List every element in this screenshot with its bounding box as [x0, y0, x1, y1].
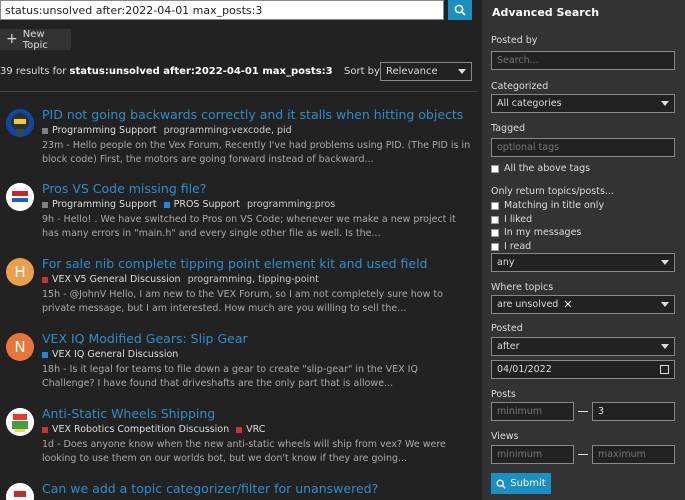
- result-blurb: 9h - Hello! . We have switched to Pros o…: [42, 214, 456, 239]
- only-return-label: Only return topics/posts...: [491, 186, 614, 197]
- result-meta: VEX V5 General Discussion programming, t…: [42, 274, 319, 285]
- tags-input[interactable]: optional tags: [491, 138, 675, 157]
- posted-select[interactable]: after: [491, 337, 675, 356]
- checkbox[interactable]: [491, 201, 499, 210]
- result-meta: Programming Support programming:vexcode,…: [42, 125, 292, 136]
- result-title-link[interactable]: For sale nib complete tipping point elem…: [42, 256, 427, 271]
- submit-button[interactable]: Submit: [491, 473, 551, 494]
- liked-checkbox-row[interactable]: I liked: [491, 214, 532, 225]
- result-tags[interactable]: programming:pros: [247, 199, 335, 210]
- result-title-link[interactable]: Can we add a topic categorizer/filter fo…: [42, 481, 378, 496]
- range-dash: [578, 411, 588, 412]
- views-max-input[interactable]: maximum: [592, 445, 675, 464]
- checkbox[interactable]: [491, 215, 499, 224]
- all-tags-checkbox[interactable]: [491, 164, 499, 173]
- posts-label: Posts: [491, 389, 516, 400]
- subcategory-badge[interactable]: VRC: [236, 424, 265, 435]
- all-tags-checkbox-row[interactable]: All the above tags: [491, 163, 590, 174]
- posted-by-input[interactable]: Search...: [491, 51, 675, 70]
- where-topics-select[interactable]: are unsolved ✕: [491, 295, 675, 314]
- search-icon: [454, 4, 466, 16]
- result-tags[interactable]: programming:vexcode, pid: [164, 125, 292, 136]
- result-blurb: 1d - Does anyone know when the new anti-…: [42, 439, 446, 464]
- robot-avatar-icon: [6, 109, 34, 137]
- new-topic-button[interactable]: + New Topic: [0, 28, 71, 51]
- result-blurb: 18h - Is it legal for teams to file down…: [42, 364, 418, 389]
- category-select[interactable]: All categories: [491, 94, 675, 113]
- result-meta: Programming Support PROS Support program…: [42, 199, 335, 210]
- sort-label: Sort by: [344, 66, 380, 77]
- status-chip[interactable]: are unsolved ✕: [497, 298, 573, 311]
- panel-title: Advanced Search: [492, 6, 600, 19]
- posts-max-input[interactable]: 3: [592, 402, 675, 421]
- search-icon: [496, 479, 506, 489]
- read-checkbox-row[interactable]: I read: [491, 241, 531, 252]
- results-summary: 39 results for status:unsolved after:202…: [0, 66, 333, 77]
- posted-label: Posted: [491, 323, 523, 334]
- logo-avatar-icon: [6, 483, 34, 500]
- avatar[interactable]: H: [6, 258, 34, 286]
- category-badge[interactable]: Programming Support: [42, 125, 157, 136]
- posted-date-input[interactable]: 04/01/2022: [491, 360, 675, 379]
- views-min-input[interactable]: minimum: [491, 445, 574, 464]
- search-button[interactable]: [448, 0, 472, 20]
- subcategory-badge[interactable]: PROS Support: [163, 199, 240, 210]
- range-dash: [578, 454, 588, 455]
- only-return-select[interactable]: any: [491, 253, 675, 272]
- tagged-label: Tagged: [491, 123, 525, 134]
- category-badge[interactable]: VEX Robotics Competition Discussion: [42, 424, 229, 435]
- avatar[interactable]: [6, 483, 34, 500]
- avatar[interactable]: [6, 109, 34, 137]
- result-title-link[interactable]: VEX IQ Modified Gears: Slip Gear: [42, 331, 248, 346]
- category-badge[interactable]: Programming Support: [42, 199, 157, 210]
- result-meta: VEX IQ General Discussion: [42, 349, 185, 360]
- chevron-down-icon: [661, 101, 669, 106]
- chevron-down-icon: [661, 344, 669, 349]
- plus-icon: +: [6, 31, 18, 47]
- avatar[interactable]: [6, 183, 34, 211]
- title-only-checkbox-row[interactable]: Matching in title only: [491, 200, 604, 211]
- close-icon[interactable]: ✕: [563, 298, 572, 311]
- result-title-link[interactable]: Pros VS Code missing file?: [42, 181, 206, 196]
- where-topics-label: Where topics: [491, 282, 554, 293]
- result-blurb: 23m - Hello people on the Vex Forum, Rec…: [42, 140, 471, 165]
- result-title-link[interactable]: PID not going backwards correctly and it…: [42, 107, 463, 122]
- calendar-icon[interactable]: [660, 365, 669, 374]
- logo-avatar-icon: [6, 183, 34, 211]
- results-query: status:unsolved after:2022-04-01 max_pos…: [69, 66, 333, 77]
- posts-min-input[interactable]: minimum: [491, 402, 574, 421]
- categorized-label: Categorized: [491, 81, 549, 92]
- chevron-down-icon: [661, 260, 669, 265]
- avatar[interactable]: N: [6, 333, 34, 361]
- messages-checkbox-row[interactable]: In my messages: [491, 227, 581, 238]
- posted-by-label: Posted by: [491, 35, 538, 46]
- search-input[interactable]: [0, 0, 444, 20]
- chevron-down-icon: [458, 69, 466, 74]
- result-title-link[interactable]: Anti-Static Wheels Shipping: [42, 406, 215, 421]
- avatar[interactable]: [6, 408, 34, 436]
- category-badge[interactable]: VEX V5 General Discussion: [42, 274, 181, 285]
- views-label: Views: [491, 431, 519, 442]
- result-tags[interactable]: programming, tipping-point: [188, 274, 319, 285]
- category-badge[interactable]: VEX IQ General Discussion: [42, 349, 178, 360]
- chevron-down-icon: [661, 302, 669, 307]
- logo-avatar-icon: [6, 408, 34, 436]
- result-meta: VEX Robotics Competition Discussion VRC: [42, 424, 272, 435]
- checkbox[interactable]: [491, 228, 499, 237]
- new-topic-label: New Topic: [22, 28, 48, 51]
- divider: [0, 91, 478, 92]
- result-blurb: 15h - @JohnV Hello, I am new to the VEX …: [42, 289, 443, 314]
- advanced-search-panel: Advanced Search Posted by Search... Cate…: [482, 0, 685, 500]
- sort-select[interactable]: Relevance: [380, 62, 472, 81]
- checkbox[interactable]: [491, 242, 499, 251]
